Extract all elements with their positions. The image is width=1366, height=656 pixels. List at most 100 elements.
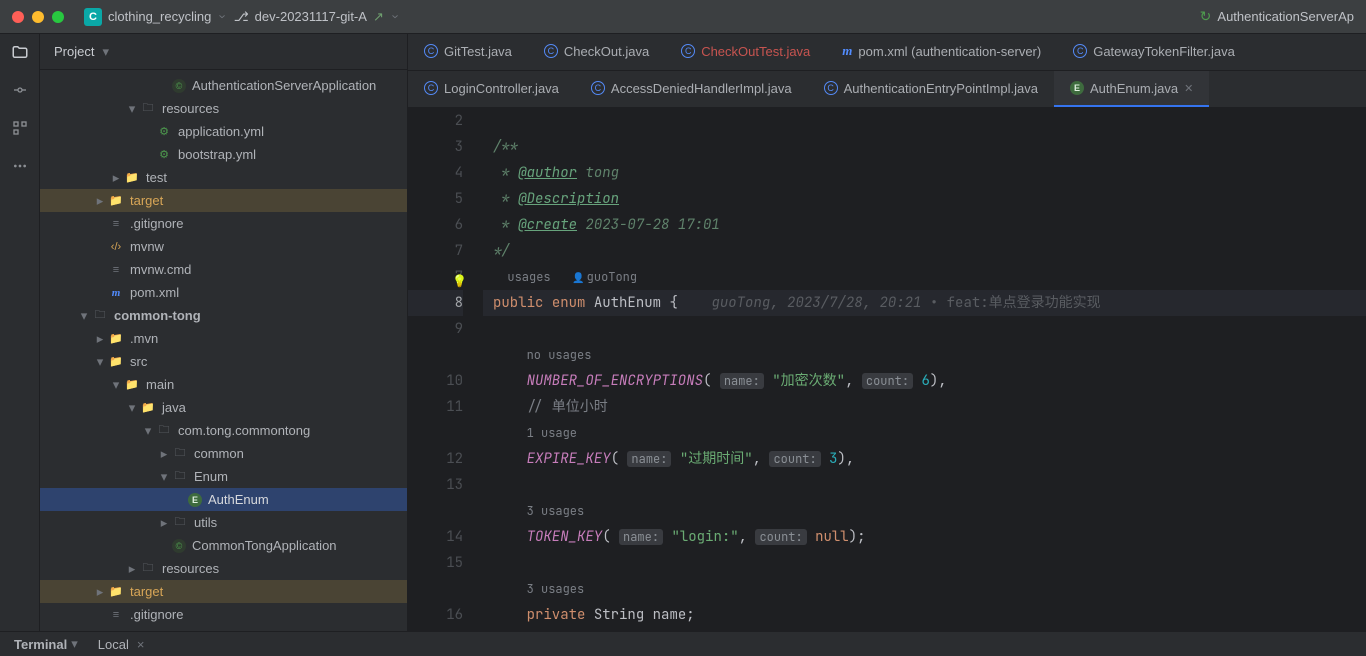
tree-row[interactable]: ▾📁src: [40, 350, 407, 373]
editor-body[interactable]: 23456778910111213141516 /** * @author to…: [408, 108, 1366, 631]
maven-icon: m: [842, 43, 852, 59]
maximize-icon[interactable]: [52, 11, 64, 23]
branch-selector[interactable]: dev-20231117-git-A ↗: [234, 9, 399, 25]
line-number[interactable]: 13: [408, 472, 463, 498]
tree-label: resources: [162, 561, 219, 576]
close-icon[interactable]: [12, 11, 24, 23]
editor-area: CGitTest.java C CheckOut.java CCheckOutTest…: [408, 34, 1366, 631]
line-number[interactable]: 6: [408, 212, 463, 238]
line-number[interactable]: [408, 342, 463, 368]
line-number[interactable]: 5: [408, 186, 463, 212]
tree-row[interactable]: ▸🗀common: [40, 442, 407, 465]
tree-row[interactable]: ⚙bootstrap.yml: [40, 143, 407, 166]
line-number[interactable]: 3: [408, 134, 463, 160]
code-line: TOKEN_KEY( name: "login:", count: null);: [483, 524, 1366, 550]
minimize-icon[interactable]: [32, 11, 44, 23]
close-icon[interactable]: ×: [137, 637, 145, 652]
structure-tool-icon[interactable]: [8, 116, 32, 140]
line-number[interactable]: 10: [408, 368, 463, 394]
editor-tab[interactable]: mpom.xml (authentication-server): [826, 34, 1057, 70]
line-number[interactable]: 15: [408, 550, 463, 576]
tree-arrow-icon: ▾: [126, 101, 138, 117]
close-icon[interactable]: ✕: [1184, 82, 1193, 95]
editor-tab[interactable]: CAccessDeniedHandlerImpl.java: [575, 71, 808, 107]
project-tool-icon[interactable]: [8, 40, 32, 64]
line-number[interactable]: 12: [408, 446, 463, 472]
tree-row[interactable]: ≡mvnw.cmd: [40, 258, 407, 281]
line-number[interactable]: [408, 576, 463, 602]
tree-row[interactable]: ©CommonTongApplication: [40, 534, 407, 557]
tree-row[interactable]: EAuthEnum: [40, 488, 407, 511]
tree-row[interactable]: mpom.xml: [40, 281, 407, 304]
tree-row[interactable]: ▸📁target: [40, 580, 407, 603]
terminal-local[interactable]: Local ×: [98, 637, 145, 652]
line-number[interactable]: 16: [408, 602, 463, 628]
code-line: EXPIRE_KEY( name: "过期时间", count: 3),: [483, 446, 1366, 472]
run-context[interactable]: AuthenticationServerAp: [1200, 8, 1354, 25]
line-number[interactable]: 14: [408, 524, 463, 550]
line-number[interactable]: 4: [408, 160, 463, 186]
project-selector[interactable]: C clothing_recycling: [84, 8, 226, 26]
panel-title: Project: [54, 44, 94, 59]
panel-header[interactable]: Project: [40, 34, 407, 70]
class-icon: C: [824, 81, 838, 95]
tree-row[interactable]: ‹/›mvnw: [40, 235, 407, 258]
editor-tab[interactable]: CLoginController.java: [408, 71, 575, 107]
tree-label: Enum: [194, 469, 228, 484]
code-line: [483, 108, 1366, 134]
tree-row[interactable]: ▸🗀utils: [40, 511, 407, 534]
code-line: * @create 2023-07-28 17:01: [483, 212, 1366, 238]
tool-rail: [0, 34, 40, 631]
tree-row[interactable]: ⚙application.yml: [40, 120, 407, 143]
line-number[interactable]: 11: [408, 394, 463, 420]
commit-tool-icon[interactable]: [8, 78, 32, 102]
tree-row[interactable]: ▾📁main: [40, 373, 407, 396]
line-number[interactable]: [408, 420, 463, 446]
tree-label: com.tong.commontong: [178, 423, 310, 438]
chevron-down-icon: [390, 9, 398, 24]
tree-row[interactable]: ▸📁test: [40, 166, 407, 189]
line-number[interactable]: [408, 498, 463, 524]
tree-row[interactable]: ▾🗀com.tong.commontong: [40, 419, 407, 442]
tree-arrow-icon: ▸: [94, 331, 106, 347]
tree-row[interactable]: ▸🗀resources: [40, 557, 407, 580]
line-number[interactable]: 9: [408, 316, 463, 342]
bottom-bar: Terminal Local ×: [0, 631, 1366, 656]
tab-label: CheckOut.java: [564, 44, 649, 59]
tree-row[interactable]: ≡.gitignore: [40, 603, 407, 626]
tree-row[interactable]: ▾🗀resources: [40, 97, 407, 120]
tree-arrow-icon: ▾: [158, 469, 170, 485]
editor-tab[interactable]: CGatewayTokenFilter.java: [1057, 34, 1251, 70]
more-tool-icon[interactable]: [8, 154, 32, 178]
line-number[interactable]: 7: [408, 238, 463, 264]
tree-row[interactable]: ▾🗀Enum: [40, 465, 407, 488]
person-icon: [572, 268, 586, 286]
line-number[interactable]: 7: [408, 264, 463, 290]
tree-row[interactable]: ▸📁target: [40, 189, 407, 212]
titlebar: C clothing_recycling dev-20231117-git-A …: [0, 0, 1366, 34]
line-number[interactable]: 8: [408, 290, 463, 316]
line-number[interactable]: 2: [408, 108, 463, 134]
editor-tab[interactable]: CAuthenticationEntryPointImpl.java: [808, 71, 1054, 107]
terminal-tool[interactable]: Terminal: [14, 636, 78, 652]
class-icon: C: [544, 44, 558, 58]
editor-tab[interactable]: C CheckOut.java: [528, 34, 665, 70]
tree-label: java: [162, 400, 186, 415]
external-link-icon: ↗: [373, 9, 384, 25]
tree-label: .gitignore: [130, 607, 183, 622]
code-usage-hint: usages guoTong: [483, 264, 1366, 290]
tree-row[interactable]: ≡.gitignore: [40, 212, 407, 235]
tree-label: common: [194, 446, 244, 461]
gutter: 23456778910111213141516: [408, 108, 483, 631]
tree-row[interactable]: ▾🗀common-tong: [40, 304, 407, 327]
tree-row[interactable]: ▾📁java: [40, 396, 407, 419]
code-line: * @author tong: [483, 160, 1366, 186]
editor-tab[interactable]: CCheckOutTest.java: [665, 34, 826, 70]
tree-row[interactable]: ▸📁.mvn: [40, 327, 407, 350]
editor-tab[interactable]: EAuthEnum.java✕: [1054, 71, 1209, 107]
tree-row[interactable]: ©AuthenticationServerApplication: [40, 74, 407, 97]
tree-label: common-tong: [114, 308, 201, 323]
code[interactable]: /** * @author tong * @Description * @cre…: [483, 108, 1366, 631]
branch-icon: [234, 9, 249, 25]
editor-tab[interactable]: CGitTest.java: [408, 34, 528, 70]
